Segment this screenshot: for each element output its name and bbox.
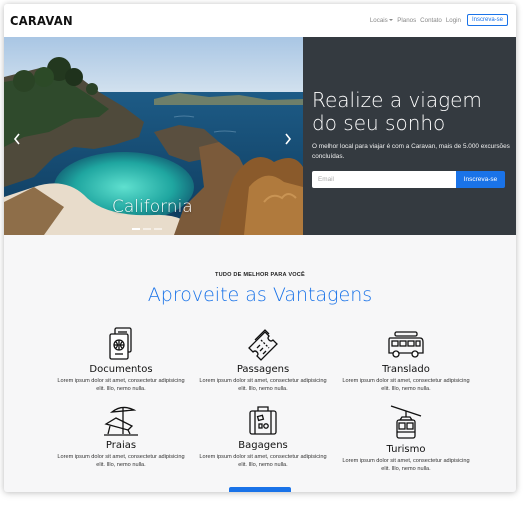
feature-documentos: Documentos Lorem ipsum dolor sit amet, c…	[56, 326, 186, 393]
feature-bagagens: Bagagens Lorem ipsum dolor sit amet, con…	[198, 404, 328, 469]
feature-translado: Translado Lorem ipsum dolor sit amet, co…	[341, 326, 471, 393]
section-eyebrow: TUDO DE MELHOR PARA VOCÊ	[215, 272, 305, 278]
feature-turismo: Turismo Lorem ipsum dolor sit amet, cons…	[341, 404, 471, 473]
nav-link-planos[interactable]: Planos	[397, 17, 416, 24]
hero-title: Realize a viagem do seu sonho	[312, 88, 482, 135]
tickets-icon	[248, 329, 278, 361]
passport-icon	[109, 327, 132, 360]
feature-passagens: Passagens Lorem ipsum dolor sit amet, co…	[198, 326, 328, 393]
feature-description: Lorem ipsum dolor sit amet, consectetur …	[199, 454, 327, 468]
feature-title: Turismo	[386, 444, 426, 455]
nav-link-locais-label: Locais	[369, 16, 388, 24]
hero-cta-panel: Realize a viagem do seu sonho O melhor l…	[303, 37, 516, 235]
cable-car-icon	[390, 405, 422, 439]
email-field[interactable]	[312, 171, 456, 188]
feature-description: Lorem ipsum dolor sit amet, consectetur …	[57, 454, 185, 468]
caret-down-icon	[389, 18, 394, 21]
hero-carousel: California	[4, 37, 303, 235]
nav-link-contato[interactable]: Contato	[420, 17, 442, 24]
navbar: CARAVAN Locais Planos Contato Login Insc…	[4, 4, 516, 37]
carousel-next-icon[interactable]	[283, 132, 293, 146]
feature-description: Lorem ipsum dolor sit amet, consectetur …	[342, 378, 470, 392]
feature-title: Documentos	[89, 364, 153, 375]
feature-description: Lorem ipsum dolor sit amet, consectetur …	[199, 378, 327, 392]
slide-caption: California	[112, 197, 193, 217]
nav-links: Locais Planos Contato Login Inscreva-se	[366, 14, 508, 26]
nav-link-login[interactable]: Login	[446, 17, 461, 24]
section-title: Aproveite as Vantagens	[147, 284, 373, 306]
carousel-indicators	[130, 228, 163, 230]
feature-title: Praias	[105, 440, 137, 451]
carousel-indicator[interactable]	[153, 228, 162, 230]
carousel-prev-icon[interactable]	[12, 132, 22, 146]
section-action-button[interactable]	[229, 487, 291, 492]
carousel-indicator[interactable]	[131, 228, 140, 230]
feature-title: Bagagens	[238, 440, 288, 451]
hero-subtitle: O melhor local para viajar é com a Carav…	[312, 143, 510, 160]
luggage-icon	[249, 406, 277, 435]
page-frame: CARAVAN Locais Planos Contato Login Insc…	[4, 4, 516, 492]
hero-signup-button[interactable]: Inscreva-se	[456, 171, 505, 188]
feature-title: Passagens	[236, 364, 290, 375]
feature-description: Lorem ipsum dolor sit amet, consectetur …	[342, 458, 470, 472]
nav-link-locais[interactable]: Locais	[369, 16, 394, 24]
carousel-indicator[interactable]	[142, 228, 151, 230]
feature-praias: Praias Lorem ipsum dolor sit amet, conse…	[56, 404, 186, 469]
brand-logo[interactable]: CARAVAN	[10, 13, 73, 28]
beach-chair-icon	[104, 406, 138, 436]
van-icon	[388, 331, 424, 358]
feature-title: Translado	[382, 364, 430, 375]
feature-description: Lorem ipsum dolor sit amet, consectetur …	[57, 378, 185, 392]
nav-signup-button[interactable]: Inscreva-se	[466, 14, 508, 26]
